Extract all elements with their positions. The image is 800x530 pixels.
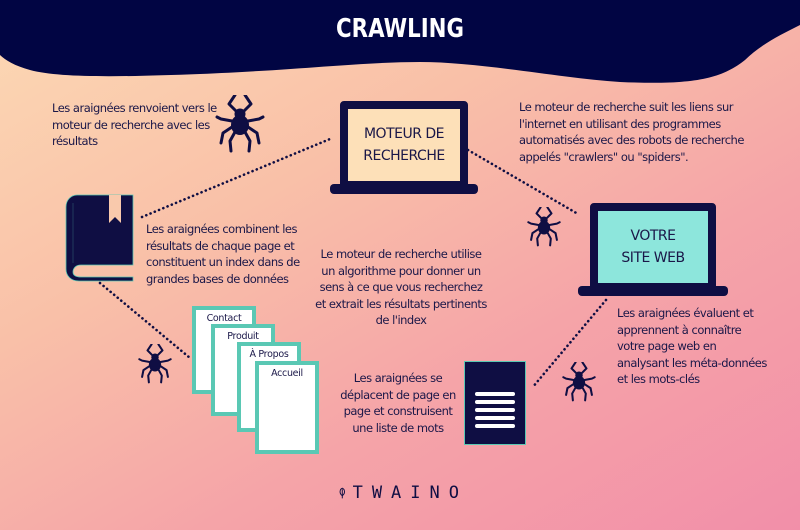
spider-icon xyxy=(562,362,596,402)
book-icon xyxy=(65,194,134,282)
brand-logo: TWAINO xyxy=(338,481,468,505)
laptop-base xyxy=(578,286,728,296)
brand-name: TWAINO xyxy=(352,483,468,503)
page-label: À Propos xyxy=(249,349,289,360)
page-label: Produit xyxy=(227,331,259,342)
description-word-list: Les araignées se déplacent de page en pa… xyxy=(340,371,456,435)
description-return-results: Les araignées renvoient vers le moteur d… xyxy=(52,101,217,148)
leaf-icon xyxy=(339,487,345,499)
spider-icon xyxy=(138,344,172,384)
description-follow-links: Le moteur de recherche suit les liens su… xyxy=(519,100,744,164)
spider-icon xyxy=(527,207,561,247)
laptop-base xyxy=(330,184,478,194)
document-list-icon xyxy=(464,361,526,445)
website-screen: VOTRE SITE WEB xyxy=(590,203,716,291)
page-label: Contact xyxy=(206,313,242,324)
description-build-index: Les araignées combinent les résultats de… xyxy=(146,222,300,286)
search-engine-label: MOTEUR DE RECHERCHE xyxy=(363,126,445,164)
search-engine-screen: MOTEUR DE RECHERCHE xyxy=(340,101,468,189)
search-engine-laptop: MOTEUR DE RECHERCHE xyxy=(330,101,478,197)
page-card: Accueil xyxy=(255,361,319,454)
website-label: VOTRE SITE WEB xyxy=(621,228,685,266)
description-evaluate-site: Les araignées évaluent et apprennent à c… xyxy=(617,306,767,386)
spider-icon xyxy=(215,95,265,153)
page-title: CRAWLING xyxy=(336,14,464,44)
description-algorithm: Le moteur de recherche utilise un algori… xyxy=(315,247,487,327)
website-laptop: VOTRE SITE WEB xyxy=(578,203,728,299)
page-label: Accueil xyxy=(271,368,303,379)
